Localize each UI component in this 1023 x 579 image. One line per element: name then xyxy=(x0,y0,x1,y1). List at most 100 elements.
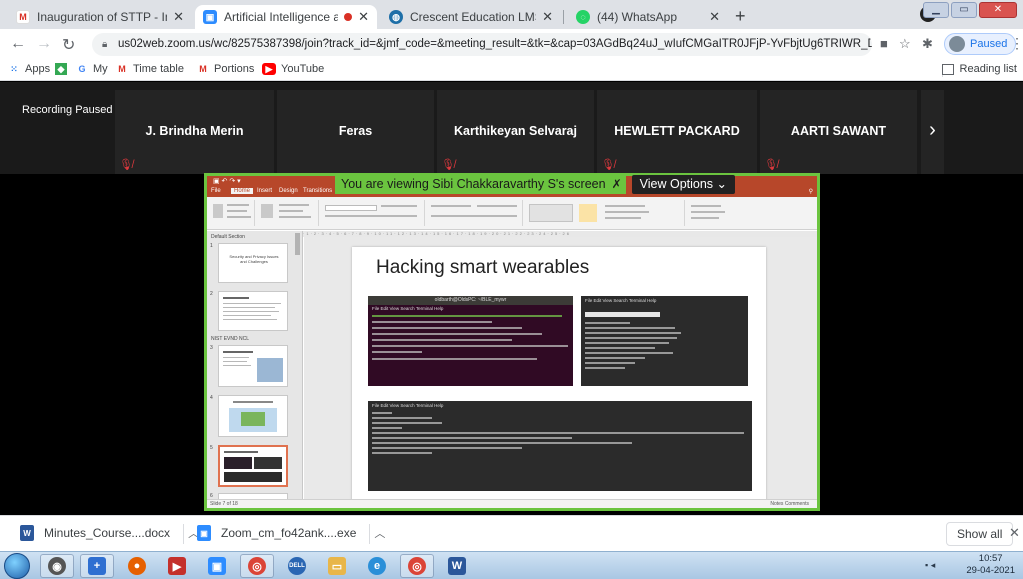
ribbon-group-clipboard xyxy=(209,200,255,226)
ppt-tab-home[interactable]: Home xyxy=(231,188,254,194)
close-download-shelf-icon[interactable]: ✕ xyxy=(1009,525,1020,541)
close-window-button[interactable]: ✕ xyxy=(979,2,1017,18)
back-arrow-icon[interactable]: ← xyxy=(10,35,26,53)
minimize-button[interactable]: ▁ xyxy=(923,2,949,18)
participant-tile[interactable]: HEWLETT PACKARD 🎙︎̸ xyxy=(597,90,757,174)
slide-number: 4 xyxy=(210,395,213,401)
view-options-button[interactable]: View Options ⌄ xyxy=(631,175,736,194)
gmail-icon: M xyxy=(118,64,126,74)
participant-name: Karthikeyan Selvaraj xyxy=(454,124,577,138)
slide-thumbnail[interactable] xyxy=(218,395,288,437)
profile-paused-button[interactable]: Paused xyxy=(944,33,1017,55)
ppt-tab-insert[interactable]: Insert xyxy=(257,188,272,194)
participant-tile[interactable]: J. Brindha Merin 🎙︎̸ xyxy=(115,90,274,174)
taskbar-item[interactable]: ▶ xyxy=(160,554,194,578)
browser-tab-strip: M Inauguration of STTP - Invitation ✕ ▣ … xyxy=(0,0,1023,29)
chrome-active-icon: ◎ xyxy=(408,557,426,575)
shared-screen: ▣ ↶ ↷ ▾ File Home Insert Design Transiti… xyxy=(204,173,820,511)
bookmark-portions[interactable]: M Portions xyxy=(197,63,254,75)
ppt-tab-file[interactable]: File xyxy=(211,188,221,194)
taskbar-item[interactable]: W xyxy=(440,554,474,578)
reading-list-label: Reading list xyxy=(959,63,1017,75)
download-separator xyxy=(183,524,184,544)
zoom-icon: ▣ xyxy=(203,10,217,24)
chrome-menu-icon[interactable]: ⋮ xyxy=(1010,35,1023,52)
slide-number: 2 xyxy=(210,291,213,297)
browser-tab-active[interactable]: ▣ Artificial Intelligence and its ✕ xyxy=(195,5,377,29)
close-tab-icon[interactable]: ✕ xyxy=(358,9,369,25)
bookmark-time-table[interactable]: M Time table xyxy=(116,63,184,75)
taskbar-item[interactable]: ◎ xyxy=(240,554,274,578)
ppt-share-icon[interactable]: ⚲ xyxy=(809,188,813,195)
download-filename: Minutes_Course....docx xyxy=(44,526,171,540)
start-button-icon[interactable] xyxy=(4,553,30,579)
browser-tab[interactable]: ◍ Crescent Education LMS ✕ xyxy=(381,5,561,29)
reload-icon[interactable]: ↻ xyxy=(62,35,75,55)
zoom-installer-icon: ▣ xyxy=(197,525,211,541)
slide-thumbnail-selected[interactable] xyxy=(218,445,288,487)
slide-title: Hacking smart wearables xyxy=(376,257,590,278)
bookmark-label: Apps xyxy=(25,63,51,75)
camera-blocked-icon[interactable]: ■ xyxy=(880,36,888,51)
ribbon-group-font xyxy=(321,200,425,226)
bookmark-star-icon[interactable]: ☆ xyxy=(899,36,911,52)
clock[interactable]: 10:57 29-04-2021 xyxy=(966,553,1015,577)
status-right[interactable]: Notes Comments xyxy=(770,500,809,508)
bookmark-my[interactable]: My xyxy=(93,63,108,75)
bookmark-youtube[interactable]: ▶ YouTube xyxy=(262,63,324,75)
tab-title: (44) WhatsApp xyxy=(597,10,678,24)
ppt-tab-design[interactable]: Design xyxy=(279,188,298,194)
taskbar-item[interactable]: ▣ xyxy=(200,554,234,578)
forward-arrow-icon[interactable]: → xyxy=(36,35,52,53)
thumbnail-scrollbar[interactable] xyxy=(295,233,300,255)
slide-thumbnail[interactable]: Security and Privacy Issues and Challeng… xyxy=(218,243,288,283)
whatsapp-icon: ◌ xyxy=(576,10,590,24)
show-all-downloads-button[interactable]: Show all xyxy=(946,522,1014,546)
current-slide[interactable]: Hacking smart wearables oldbarth@OldsPC:… xyxy=(352,247,766,502)
chevron-up-icon[interactable]: ︿ xyxy=(374,525,385,541)
gmail-icon: M xyxy=(199,64,207,74)
participant-tile[interactable]: AARTI SAWANT 🎙︎̸ xyxy=(760,90,917,174)
taskbar-item[interactable]: ◉ xyxy=(40,554,74,578)
taskbar-item[interactable]: ● xyxy=(120,554,154,578)
muted-mic-icon: 🎙︎̸ xyxy=(601,159,615,171)
participant-strip: Recording Paused J. Brindha Merin 🎙︎̸ Fe… xyxy=(0,82,1023,174)
slide-thumbnail[interactable] xyxy=(218,291,288,331)
slide-number: 1 xyxy=(210,243,213,249)
next-participants-arrow-icon[interactable]: › xyxy=(921,90,944,174)
browser-tab[interactable]: M Inauguration of STTP - Invitation ✕ xyxy=(8,5,192,29)
close-tab-icon[interactable]: ✕ xyxy=(542,9,553,25)
maximize-button[interactable]: ▭ xyxy=(951,2,977,18)
lock-icon: 🔒︎ xyxy=(102,39,108,50)
section-header: Default Section xyxy=(211,234,245,240)
bookmark-maps[interactable]: ◆ xyxy=(55,63,72,75)
close-tab-icon[interactable]: ✕ xyxy=(709,9,720,25)
browser-tab[interactable]: ◌ (44) WhatsApp ✕ xyxy=(568,5,728,29)
download-item[interactable]: W Minutes_Course....docx ︿ xyxy=(20,525,199,541)
reading-list-icon xyxy=(941,63,954,75)
avatar xyxy=(949,36,965,52)
ppt-tab-transitions[interactable]: Transitions xyxy=(303,188,332,194)
taskbar-item[interactable]: e xyxy=(360,554,394,578)
muted-mic-icon: 🎙︎̸ xyxy=(119,159,133,171)
new-tab-button[interactable]: + xyxy=(735,6,746,27)
bookmark-apps[interactable]: ⁙ Apps xyxy=(8,63,50,75)
taskbar-item[interactable]: ▭ xyxy=(320,554,354,578)
ribbon-group-slides xyxy=(257,200,319,226)
extensions-puzzle-icon[interactable]: ✱ xyxy=(922,36,933,52)
tray-icons[interactable]: ▪ ◂ xyxy=(925,560,935,571)
terminal-menu: File Edit View Search Terminal Help xyxy=(585,298,657,303)
taskbar-item[interactable]: + xyxy=(80,554,114,578)
recording-indicator-icon xyxy=(344,13,353,21)
participant-tile[interactable]: Feras xyxy=(277,90,434,174)
download-item[interactable]: ▣ Zoom_cm_fo42ank....exe ︿ xyxy=(197,525,385,541)
taskbar-item[interactable]: ◎ xyxy=(400,554,434,578)
bookmark-google[interactable]: G xyxy=(76,63,93,75)
participant-tile[interactable]: Karthikeyan Selvaraj 🎙︎̸ xyxy=(437,90,594,174)
taskbar-item[interactable]: DELL xyxy=(280,554,314,578)
address-bar[interactable]: 🔒︎ us02web.zoom.us/wc/82575387398/join?t… xyxy=(92,33,872,56)
view-options-label: View Options xyxy=(639,177,714,191)
slide-thumbnail[interactable] xyxy=(218,345,288,387)
close-tab-icon[interactable]: ✕ xyxy=(173,9,184,25)
reading-list-button[interactable]: Reading list xyxy=(941,63,1017,75)
